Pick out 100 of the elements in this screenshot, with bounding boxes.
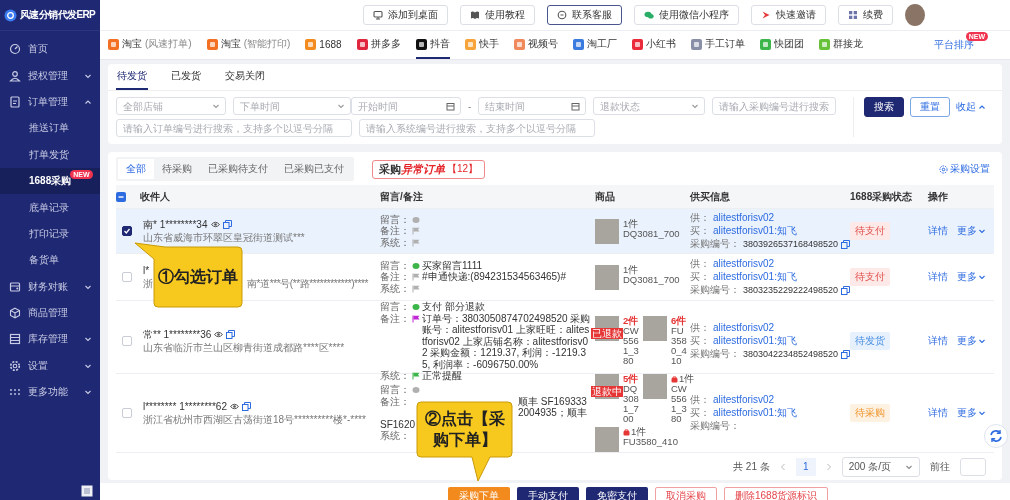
page-number[interactable]: 1 — [795, 457, 816, 476]
sidebar-item[interactable]: 推送订单 — [0, 115, 100, 142]
supplier-link[interactable]: alitestforisv02 — [713, 322, 775, 335]
detail-link[interactable]: 详情 — [928, 224, 948, 238]
time-type-select[interactable]: 下单时间 — [233, 97, 351, 115]
chevron-down-icon — [978, 409, 986, 417]
remark-text: 顺丰 SF1693332004935；顺丰 — [518, 395, 588, 419]
order-number-field[interactable]: 请输入订单编号进行搜索，支持多个以逗号分隔 — [116, 119, 352, 137]
status-tab[interactable]: 已采购已支付 — [276, 159, 352, 179]
toolbar-button[interactable]: 续费 — [838, 5, 893, 25]
range-separator: - — [468, 100, 472, 112]
collapse-link[interactable]: 收起 — [956, 97, 986, 117]
purchase-number: 3803042234852498520 — [743, 348, 839, 361]
toolbar-button[interactable]: 快速邀请 — [751, 5, 826, 25]
toolbar-button[interactable]: 联系客服 — [547, 5, 622, 25]
detail-link[interactable]: 详情 — [928, 406, 948, 420]
sidebar-item[interactable]: 商品管理 — [0, 299, 100, 327]
platform-tab[interactable]: 群接龙 — [818, 31, 863, 59]
platform-tab[interactable]: 小红书 — [631, 31, 676, 59]
action-button[interactable]: 删除1688货源标识 — [724, 487, 829, 500]
supplier-link[interactable]: alitestforisv02 — [713, 212, 775, 224]
detail-link[interactable]: 详情 — [928, 334, 948, 349]
toolbar-button[interactable]: 使用微信小程序 — [634, 5, 739, 25]
status-tab[interactable]: 已采购待支付 — [200, 159, 276, 179]
sidebar-item[interactable]: 设置 — [0, 352, 100, 380]
sidebar-item[interactable]: 打印记录 — [0, 220, 100, 248]
more-link[interactable]: 更多 — [957, 406, 986, 420]
refund-status-select[interactable]: 退款状态 — [593, 97, 706, 115]
buyer-link[interactable]: alitestforisv01:知飞 — [713, 335, 797, 348]
supplier-label: 供： — [690, 322, 710, 335]
product-quantity: 1件 — [631, 427, 647, 437]
platform-tab[interactable]: 手工订单 — [690, 31, 745, 59]
sidebar-item[interactable]: 财务对账 — [0, 273, 100, 300]
supplier-link[interactable]: alitestforisv02 — [713, 258, 775, 270]
previous-page-icon[interactable] — [779, 462, 786, 471]
action-button[interactable]: 手动支付 — [517, 487, 579, 500]
abnormal-orders-tab[interactable]: 采购异常订单 【12】 — [372, 159, 486, 179]
sidebar-item[interactable]: 首页 — [0, 36, 100, 63]
more-link[interactable]: 更多 — [957, 334, 986, 349]
column-header: 收件人 — [140, 189, 171, 204]
action-button[interactable]: 免密支付 — [586, 487, 648, 500]
system-number-field[interactable]: 请输入系统编号进行搜索，支持多个以逗号分隔 — [359, 119, 595, 137]
sidebar-item[interactable]: 打单发货 — [0, 141, 100, 168]
purchase-settings-link[interactable]: 采购设置 — [939, 162, 990, 176]
store-select[interactable]: 全部店铺 — [116, 97, 226, 115]
platform-tab[interactable]: 快团团 — [759, 31, 804, 59]
goto-page-field[interactable] — [960, 457, 986, 476]
row-checkbox[interactable] — [122, 226, 132, 236]
end-date-field[interactable]: 结束时间 — [478, 97, 587, 115]
purchase-number-label: 采购编号： — [690, 284, 740, 296]
toolbar-button[interactable]: 使用教程 — [460, 5, 535, 25]
more-link[interactable]: 更多 — [957, 224, 986, 238]
refund-badge: 退款中 — [591, 386, 623, 397]
next-page-icon[interactable] — [825, 462, 832, 471]
platform-tab[interactable]: 淘宝 (风速打单) — [108, 31, 192, 59]
refresh-icon[interactable] — [984, 424, 1008, 448]
status-tab[interactable]: 待采购 — [154, 159, 200, 179]
order-tab[interactable]: 已发货 — [170, 64, 202, 90]
sidebar-item[interactable]: 库存管理 — [0, 326, 100, 353]
copy-icon — [226, 330, 236, 340]
platform-sort-link[interactable]: 平台排序 — [934, 38, 974, 52]
page-size-select[interactable]: 200 条/页 — [841, 456, 920, 477]
sidebar-item[interactable]: 底单记录 — [0, 194, 100, 221]
platform-tab[interactable]: 抖音 — [415, 31, 450, 59]
sidebar-item[interactable]: 订单管理 — [0, 88, 100, 116]
avatar[interactable] — [905, 4, 925, 26]
order-tab[interactable]: 交易关闭 — [224, 64, 266, 90]
search-button[interactable]: 搜索 — [864, 97, 904, 117]
more-link[interactable]: 更多 — [957, 270, 986, 284]
platform-tab[interactable]: 淘宝 (智能打印) — [206, 31, 291, 59]
reset-button[interactable]: 重置 — [910, 97, 950, 117]
platform-tab[interactable]: 1688 — [305, 31, 342, 59]
start-date-field[interactable]: 开始时间 — [351, 97, 461, 115]
detail-link[interactable]: 详情 — [928, 270, 948, 284]
buyer-link[interactable]: alitestforisv01:知飞 — [713, 225, 797, 237]
sidebar-item[interactable]: 更多功能 — [0, 379, 100, 406]
remark-label: 留言： — [380, 259, 410, 271]
platform-tab[interactable]: 淘工厂 — [572, 31, 617, 59]
product-quantity: 1件 — [623, 218, 639, 229]
buyer-link[interactable]: alitestforisv01:知飞 — [713, 407, 797, 419]
status-tab[interactable]: 全部 — [118, 159, 154, 179]
buyer-link[interactable]: alitestforisv01:知飞 — [713, 271, 797, 283]
sidebar-item[interactable]: 授权管理 — [0, 62, 100, 89]
abnormal-orders-title: 采购异常订单 — [379, 161, 445, 177]
platform-tab[interactable]: 拼多多 — [356, 31, 401, 59]
purchase-number-field[interactable]: 请输入采购编号进行搜索 — [712, 97, 837, 115]
supplier-link[interactable]: alitestforisv02 — [713, 394, 775, 406]
supplier-label: 供： — [690, 258, 710, 270]
column-header: 操作 — [928, 189, 949, 204]
order-tab[interactable]: 待发货 — [116, 64, 148, 90]
chevron-down-icon — [337, 102, 345, 110]
toolbar-button[interactable]: 添加到桌面 — [363, 5, 448, 25]
remark-label: 留言： — [380, 301, 410, 313]
remark-label: 留言： — [380, 384, 410, 396]
settings-icon — [939, 164, 948, 174]
platform-tab[interactable]: 视频号 — [513, 31, 558, 59]
sidebar-item[interactable]: 备货单 — [0, 247, 100, 274]
platform-tab[interactable]: 快手 — [464, 31, 499, 59]
select-all-checkbox[interactable] — [116, 191, 126, 202]
action-button[interactable]: 取消采购 — [655, 487, 717, 500]
